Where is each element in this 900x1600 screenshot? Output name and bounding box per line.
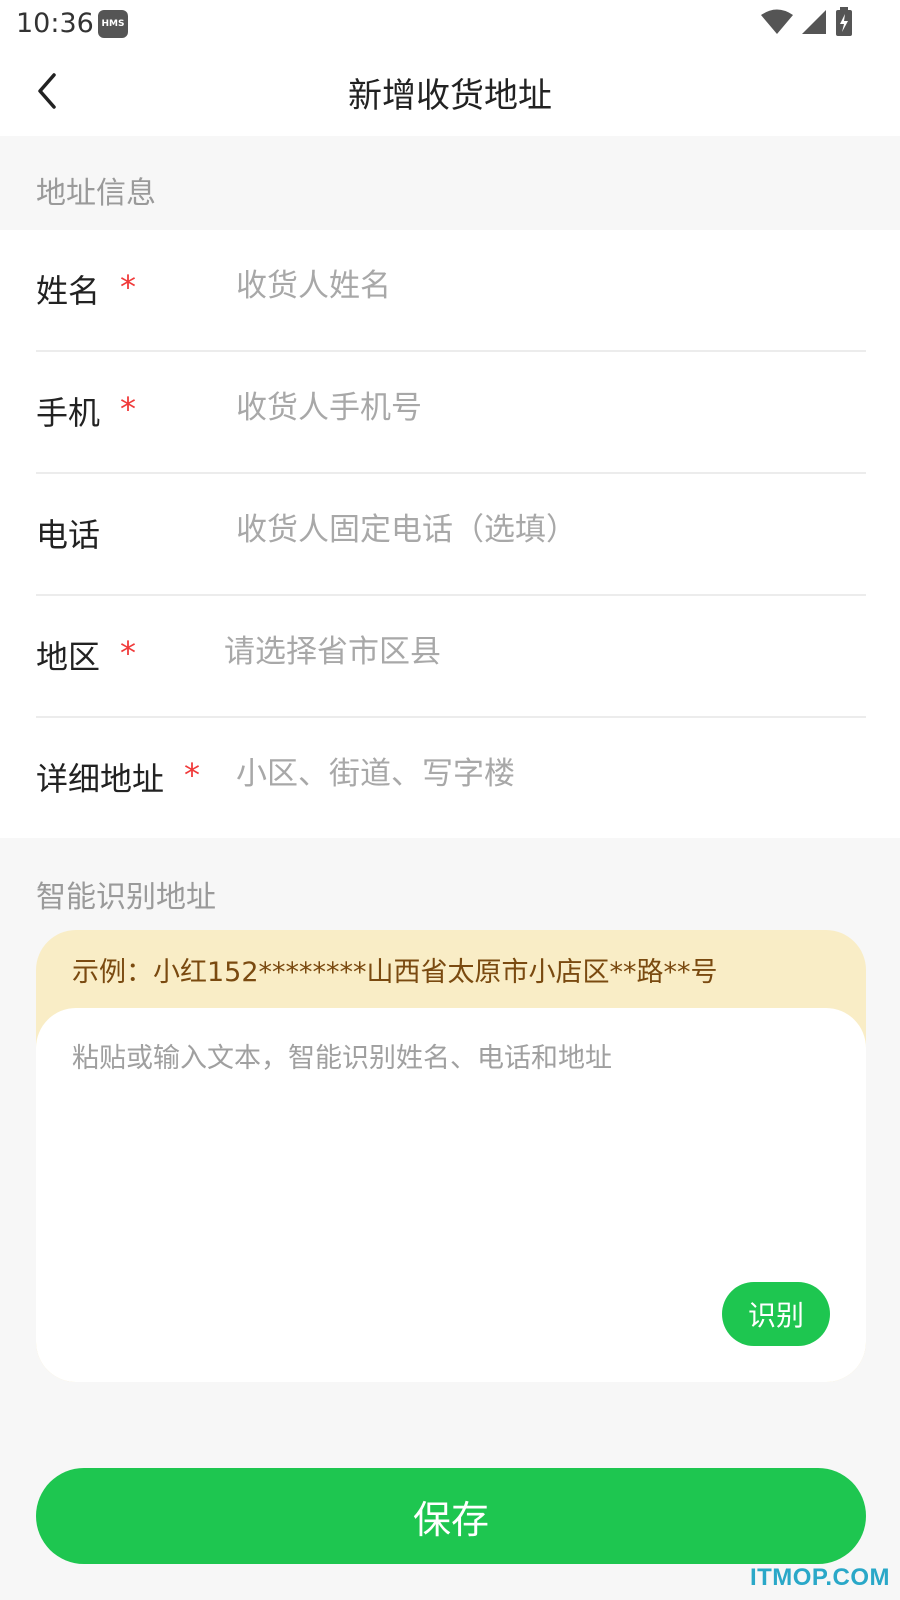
region-label: 地区 xyxy=(36,638,101,676)
name-input[interactable] xyxy=(236,258,856,314)
example-text: 示例：小红152********山西省太原市小店区**路**号 xyxy=(72,957,718,988)
status-time: 10:36 xyxy=(16,8,94,39)
phone-row: 电话 xyxy=(36,474,866,596)
phone-input[interactable] xyxy=(236,502,856,558)
battery-charging-icon xyxy=(834,7,854,41)
detail-address-input[interactable] xyxy=(236,746,856,802)
region-picker[interactable] xyxy=(224,624,854,680)
smart-text-input[interactable] xyxy=(72,1036,832,1256)
address-section-title: 地址信息 xyxy=(36,176,156,211)
mobile-input[interactable] xyxy=(236,380,856,436)
mobile-row: 手机 * xyxy=(36,352,866,474)
signal-icon xyxy=(800,8,828,40)
watermark-logo: ITMOP.COM xyxy=(749,1564,890,1591)
status-bar: 10:36 HMS xyxy=(0,0,900,48)
save-button[interactable]: 保存 xyxy=(36,1468,866,1564)
required-mark: * xyxy=(120,634,136,672)
wifi-icon xyxy=(760,8,794,40)
detail-address-row: 详细地址 * xyxy=(36,718,866,840)
address-form: 姓名 * 手机 * 电话 地区 * 详细地址 * xyxy=(0,230,900,838)
hms-icon: HMS xyxy=(98,10,128,38)
region-row[interactable]: 地区 * xyxy=(36,596,866,718)
status-icons xyxy=(760,7,854,41)
required-mark: * xyxy=(184,756,200,794)
name-row: 姓名 * xyxy=(36,230,866,352)
page-title: 新增收货地址 xyxy=(348,76,552,116)
mobile-label: 手机 xyxy=(36,394,101,432)
phone-label: 电话 xyxy=(36,516,101,554)
required-mark: * xyxy=(120,390,136,428)
nav-bar: 新增收货地址 xyxy=(0,48,900,136)
smart-recognize-card: 示例：小红152********山西省太原市小店区**路**号 识别 xyxy=(36,930,866,1382)
recognize-button[interactable]: 识别 xyxy=(722,1282,830,1346)
required-mark: * xyxy=(120,268,136,306)
smart-section-title: 智能识别地址 xyxy=(36,880,216,915)
smart-input-area: 识别 xyxy=(36,1008,866,1382)
name-label: 姓名 xyxy=(36,272,101,310)
detail-address-label: 详细地址 xyxy=(36,760,165,798)
